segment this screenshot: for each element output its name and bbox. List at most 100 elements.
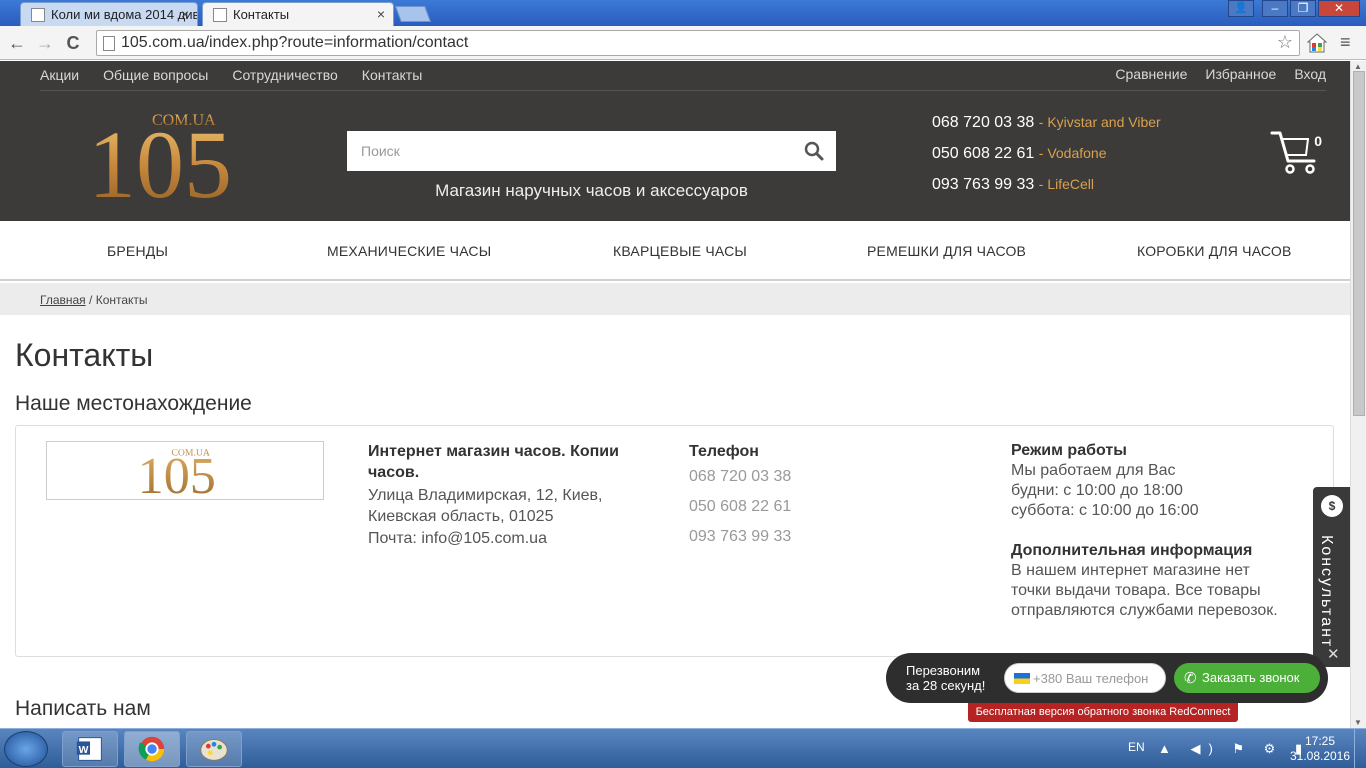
store-logo-image: 105 COM.UA <box>46 441 324 500</box>
redconnect-banner[interactable]: Бесплатная версия обратного звонка RedCo… <box>968 703 1238 722</box>
browser-tab-2[interactable]: Контакты × <box>202 2 394 26</box>
phone-number[interactable]: 093 763 99 33 <box>932 176 1034 193</box>
nav-item-mechanical[interactable]: МЕХАНИЧЕСКИЕ ЧАСЫ <box>327 243 491 259</box>
close-icon[interactable]: × <box>181 6 189 22</box>
phone-heading: Телефон <box>689 443 759 460</box>
hours-line: суббота: с 10:00 до 16:00 <box>1011 502 1199 519</box>
cart-button[interactable]: 0 <box>1270 129 1326 175</box>
system-clock[interactable]: 17:25 31.08.2016 <box>1280 734 1360 764</box>
site-logo[interactable]: 105 COM.UA <box>84 107 264 205</box>
callback-phone-placeholder: +380 Ваш телефон <box>1033 671 1149 686</box>
tab-title: Коли ми вдома 2014 див <box>51 7 198 22</box>
top-nav: Акции Общие вопросы Сотрудничество Конта… <box>40 67 422 83</box>
phone-number[interactable]: 068 720 03 38 <box>932 114 1034 131</box>
phone-number[interactable]: 050 608 22 61 <box>932 145 1034 162</box>
callback-text: Перезвоним за 28 секунд! <box>906 663 985 693</box>
forward-button[interactable]: → <box>34 32 56 54</box>
address-bar[interactable]: 105.com.ua/index.php?route=information/c… <box>96 30 1300 56</box>
topnav-link-contacts[interactable]: Контакты <box>362 67 422 83</box>
breadcrumb-home-link[interactable]: Главная <box>40 293 86 307</box>
user-icon[interactable]: 👤 <box>1228 0 1254 17</box>
nav-item-brands[interactable]: БРЕНДЫ <box>107 243 168 259</box>
phone-line: 050 608 22 61 - Vodafone <box>932 138 1161 169</box>
topnav-link-partnership[interactable]: Сотрудничество <box>232 67 337 83</box>
store-email: Почта: info@105.com.ua <box>368 530 547 547</box>
system-tray: EN ▲ ◀) ⚑ ⚙ ▮ 17:25 31.08.2016 <box>1116 729 1366 768</box>
scroll-down-icon[interactable]: ▼ <box>1354 718 1362 727</box>
ukraine-flag-icon <box>1014 673 1030 684</box>
svg-text:W: W <box>79 745 89 756</box>
cart-count-badge: 0 <box>1314 133 1322 149</box>
phone-operator: - Vodafone <box>1038 145 1107 161</box>
topnav-link-promo[interactable]: Акции <box>40 67 79 83</box>
browser-tab-1[interactable]: Коли ми вдома 2014 див × <box>20 2 198 26</box>
phone-icon: ✆ <box>1184 670 1197 687</box>
taskbar-chrome-icon[interactable] <box>124 731 180 767</box>
login-link[interactable]: Вход <box>1294 66 1326 82</box>
close-icon[interactable]: ✕ <box>1327 645 1340 663</box>
minimize-button[interactable]: – <box>1262 0 1288 17</box>
contact-phone[interactable]: 093 763 99 33 <box>689 522 939 552</box>
search-icon[interactable] <box>804 141 824 161</box>
nav-item-quartz[interactable]: КВАРЦЕВЫЕ ЧАСЫ <box>613 243 747 259</box>
new-tab-button[interactable] <box>395 6 431 22</box>
site-slogan: Магазин наручных часов и аксессуаров <box>435 181 748 200</box>
taskbar-paint-icon[interactable] <box>186 731 242 767</box>
breadcrumb-current: Контакты <box>95 293 148 307</box>
start-button[interactable] <box>4 731 48 767</box>
language-indicator[interactable]: EN <box>1128 740 1145 754</box>
close-icon[interactable]: × <box>377 6 385 22</box>
callback-text-line: Перезвоним <box>906 663 981 678</box>
page-icon <box>103 36 115 51</box>
menu-icon[interactable]: ≡ <box>1340 32 1351 53</box>
show-desktop-button[interactable] <box>1354 729 1366 768</box>
phone-line: 068 720 03 38 - Kyivstar and Viber <box>932 107 1161 138</box>
callback-widget: Перезвоним за 28 секунд! +380 Ваш телефо… <box>886 653 1328 703</box>
page-scrollbar[interactable]: ▲ ▼ <box>1350 61 1366 728</box>
taskbar-word-icon[interactable]: W <box>62 731 118 767</box>
compare-link[interactable]: Сравнение <box>1115 66 1187 82</box>
phone-operator: - Kyivstar and Viber <box>1038 114 1161 130</box>
hours-column: Режим работы Мы работаем для Вас будни: … <box>1011 441 1291 621</box>
clock-date: 31.08.2016 <box>1289 749 1351 763</box>
order-call-label: Заказать звонок <box>1202 670 1300 685</box>
hours-heading: Режим работы <box>1011 442 1127 459</box>
scroll-up-icon[interactable]: ▲ <box>1354 62 1362 71</box>
write-us-heading: Написать нам <box>15 697 151 720</box>
browser-toolbar: ← → C 105.com.ua/index.php?route=informa… <box>0 26 1366 60</box>
extension-home-icon[interactable] <box>1306 32 1328 54</box>
scrollbar-thumb[interactable] <box>1353 71 1365 416</box>
restore-button[interactable]: ❐ <box>1290 0 1316 17</box>
callback-phone-input[interactable]: +380 Ваш телефон <box>1004 663 1166 693</box>
topnav-link-faq[interactable]: Общие вопросы <box>103 67 208 83</box>
header-phones: 068 720 03 38 - Kyivstar and Viber 050 6… <box>932 107 1161 200</box>
store-address-column: Интернет магазин часов. Копии часов. Ули… <box>368 441 638 549</box>
favorites-link[interactable]: Избранное <box>1205 66 1276 82</box>
reload-button[interactable]: C <box>62 32 84 54</box>
consultant-label: Консультант <box>1318 535 1335 649</box>
logo-domain: COM.UA <box>171 448 209 459</box>
order-call-button[interactable]: ✆ Заказать звонок <box>1174 663 1320 693</box>
extra-info-text: В нашем интернет магазине нет точки выда… <box>1011 562 1278 619</box>
contact-phone[interactable]: 050 608 22 61 <box>689 492 939 522</box>
location-heading: Наше местонахождение <box>15 392 252 415</box>
close-window-button[interactable]: ✕ <box>1318 0 1360 17</box>
contact-info-box: 105 COM.UA Интернет магазин часов. Копии… <box>15 425 1334 657</box>
page-title: Контакты <box>15 337 154 373</box>
contact-phone[interactable]: 068 720 03 38 <box>689 462 939 492</box>
search-input[interactable] <box>347 131 787 171</box>
phone-operator: - LifeCell <box>1038 176 1095 192</box>
nav-item-boxes[interactable]: КОРОБКИ ДЛЯ ЧАСОВ <box>1137 243 1292 259</box>
phone-column: Телефон 068 720 03 38 050 608 22 61 093 … <box>689 441 939 552</box>
logo-domain: COM.UA <box>152 112 216 129</box>
breadcrumb: Главная / Контакты <box>0 283 1350 315</box>
bookmark-star-icon[interactable]: ☆ <box>1277 32 1293 53</box>
site-header: Акции Общие вопросы Сотрудничество Конта… <box>0 61 1350 221</box>
hours-line: будни: с 10:00 до 18:00 <box>1011 482 1183 499</box>
page-icon <box>31 8 45 22</box>
store-address: Улица Владимирская, 12, Киев, Киевская о… <box>368 487 603 525</box>
consultant-tab[interactable]: $ Консультант ✕ <box>1313 487 1350 667</box>
callback-text-line: за 28 секунд! <box>906 678 986 693</box>
back-button[interactable]: ← <box>6 32 28 54</box>
nav-item-straps[interactable]: РЕМЕШКИ ДЛЯ ЧАСОВ <box>867 243 1026 259</box>
